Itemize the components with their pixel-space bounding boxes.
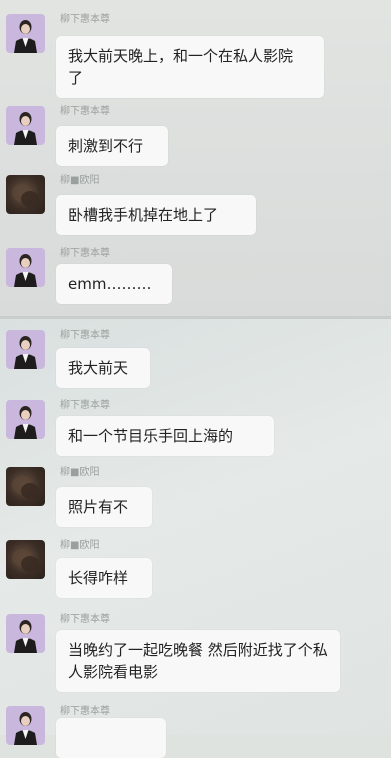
sender-name: 柳下惠本尊 — [60, 14, 110, 25]
dark-avatar-icon — [12, 184, 39, 207]
sender-name: 柳下惠本尊 — [60, 614, 110, 625]
avatar[interactable] — [6, 706, 45, 745]
person-avatar-icon — [14, 336, 37, 369]
message-bubble[interactable]: 和一个节目乐手回上海的 — [56, 416, 274, 456]
avatar[interactable] — [6, 106, 45, 145]
screenshot-seam — [0, 316, 391, 319]
person-avatar-icon — [14, 620, 37, 653]
sender-name: 柳下惠本尊 — [60, 248, 110, 259]
message-bubble[interactable]: 当晚约了一起吃晚餐 然后附近找了个私人影院看电影 — [56, 630, 340, 692]
person-avatar-icon — [14, 20, 37, 53]
sender-name: 柳下惠本尊 — [60, 106, 110, 117]
message-bubble[interactable]: 长得咋样 — [56, 558, 152, 598]
avatar[interactable] — [6, 330, 45, 369]
sender-name: 柳■欧阳 — [60, 540, 100, 551]
sender-name: 柳下惠本尊 — [60, 400, 110, 411]
sender-name: 柳■欧阳 — [60, 467, 100, 478]
avatar[interactable] — [6, 14, 45, 53]
sender-name: 柳下惠本尊 — [60, 330, 110, 341]
person-avatar-icon — [14, 406, 37, 439]
sender-name: 柳■欧阳 — [60, 175, 100, 186]
person-avatar-icon — [14, 112, 37, 145]
message-bubble[interactable]: 我大前天 — [56, 348, 150, 388]
dark-avatar-icon — [12, 476, 39, 499]
message-bubble[interactable]: 照片有不 — [56, 487, 152, 527]
sender-name: 柳下惠本尊 — [60, 706, 110, 717]
message-bubble[interactable]: 我大前天晚上，和一个在私人影院 了 — [56, 36, 324, 98]
person-avatar-icon — [14, 712, 37, 745]
message-bubble[interactable]: 刺激到不行 — [56, 126, 168, 166]
avatar[interactable] — [6, 400, 45, 439]
message-bubble[interactable]: 卧槽我手机掉在地上了 — [56, 195, 256, 235]
avatar[interactable] — [6, 540, 45, 579]
dark-avatar-icon — [12, 549, 39, 572]
message-bubble[interactable] — [56, 718, 166, 758]
avatar[interactable] — [6, 614, 45, 653]
avatar[interactable] — [6, 175, 45, 214]
message-bubble[interactable]: emm……… — [56, 264, 172, 304]
person-avatar-icon — [14, 254, 37, 287]
avatar[interactable] — [6, 467, 45, 506]
avatar[interactable] — [6, 248, 45, 287]
